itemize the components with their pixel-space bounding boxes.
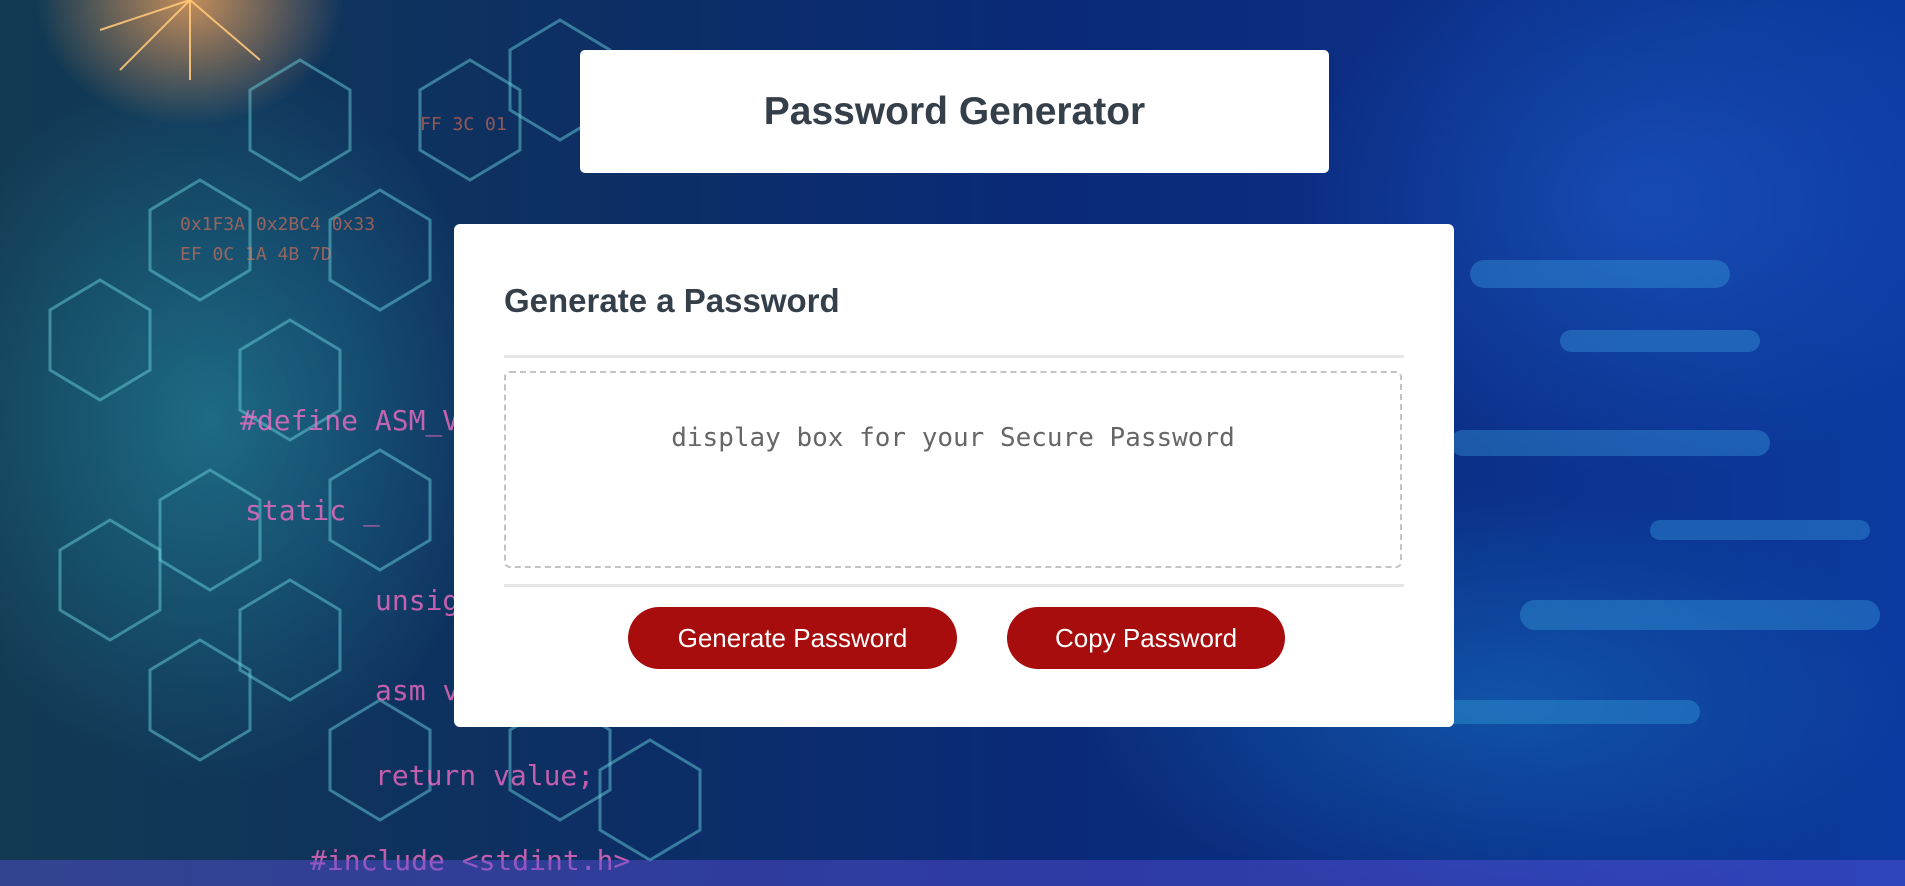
header-divider: [504, 355, 1404, 358]
svg-text:0x1F3A 0x2BC4 0x33: 0x1F3A 0x2BC4 0x33: [180, 214, 375, 235]
svg-text:return value;: return value;: [375, 759, 594, 792]
card-heading: Generate a Password: [504, 282, 840, 319]
svg-text:EF 0C 1A 4B 7D: EF 0C 1A 4B 7D: [180, 244, 332, 265]
svg-text:FF 3C 01: FF 3C 01: [420, 114, 507, 135]
copy-password-button[interactable]: Copy Password: [1007, 607, 1285, 669]
generator-card: Generate a Password Generate Password Co…: [454, 224, 1454, 727]
svg-text:#define ASM_V: #define ASM_V: [240, 404, 459, 438]
svg-text:unsig: unsig: [375, 584, 459, 617]
svg-text:static _: static _: [245, 494, 380, 528]
svg-text:asm v: asm v: [375, 674, 459, 707]
password-display-field[interactable]: [504, 371, 1402, 568]
generate-password-button[interactable]: Generate Password: [628, 607, 957, 669]
page-title: Password Generator: [763, 89, 1146, 133]
footer-divider: [504, 584, 1404, 587]
page-header: Password Generator: [580, 50, 1329, 173]
